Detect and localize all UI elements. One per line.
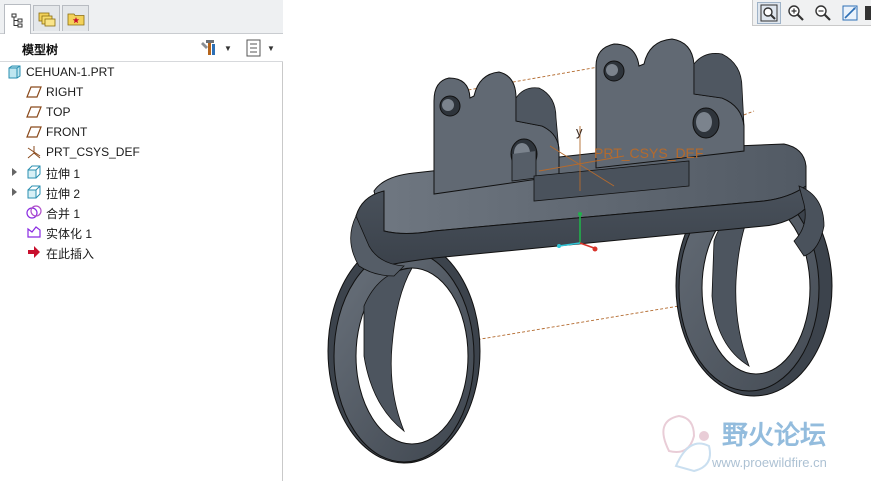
tree-item-label: 拉伸 2 bbox=[46, 187, 81, 201]
csys-axis-label: y bbox=[576, 124, 583, 139]
expand-arrow-icon[interactable] bbox=[12, 168, 17, 176]
tree-item-merge-1[interactable]: 合并 1 bbox=[0, 202, 283, 222]
tools-icon bbox=[201, 40, 215, 55]
zoom-in-button[interactable] bbox=[784, 2, 808, 24]
tree-item-label: 拉伸 1 bbox=[46, 167, 81, 181]
model-render: y PRT_CSYS_DEF 野火论坛 www.proewildfire.cn bbox=[327, 38, 833, 473]
tree-item-extrude-2[interactable]: 拉伸 2 bbox=[0, 182, 283, 202]
settings-dropdown[interactable]: ▼ bbox=[200, 38, 232, 58]
watermark-title: 野火论坛 bbox=[722, 420, 826, 450]
model-tree-tab[interactable] bbox=[4, 4, 31, 34]
tree-item-label: 实体化 1 bbox=[46, 227, 93, 241]
refit-button[interactable] bbox=[757, 2, 781, 24]
tree-item-insert-here[interactable]: 在此插入 bbox=[0, 242, 283, 262]
list-settings-icon bbox=[246, 39, 261, 57]
model-tree: CEHUAN-1.PRT RIGHT TOP FRONT PRT_CSYS_DE… bbox=[0, 62, 283, 262]
tree-item-right-plane[interactable]: RIGHT bbox=[0, 82, 283, 102]
favorites-tab[interactable] bbox=[62, 5, 89, 31]
tree-item-solidify-1[interactable]: 实体化 1 bbox=[0, 222, 283, 242]
tree-item-label: FRONT bbox=[46, 125, 88, 139]
tree-item-label: TOP bbox=[46, 105, 71, 119]
folder-browser-tab[interactable] bbox=[33, 5, 60, 31]
folder-browser-icon bbox=[38, 12, 55, 26]
solidify-icon bbox=[27, 226, 41, 238]
datum-plane-icon bbox=[26, 106, 42, 118]
part-icon bbox=[8, 65, 21, 79]
refit-icon bbox=[760, 4, 778, 22]
tree-item-label: 在此插入 bbox=[46, 247, 95, 261]
navigator-tab-strip bbox=[0, 0, 283, 34]
insert-here-icon bbox=[28, 246, 40, 258]
tree-item-part[interactable]: CEHUAN-1.PRT bbox=[0, 62, 283, 82]
zoom-out-icon bbox=[815, 5, 831, 21]
left-ring bbox=[327, 238, 481, 464]
datum-plane-icon bbox=[26, 86, 42, 98]
graphics-viewport[interactable]: y PRT_CSYS_DEF 野火论坛 www.proewildfire.cn bbox=[284, 26, 871, 481]
tree-item-csys[interactable]: PRT_CSYS_DEF bbox=[0, 142, 283, 162]
repaint-icon bbox=[842, 5, 858, 21]
zoom-in-icon bbox=[788, 5, 804, 21]
merge-icon bbox=[26, 205, 42, 219]
tree-item-top-plane[interactable]: TOP bbox=[0, 102, 283, 122]
csys-icon bbox=[27, 146, 41, 159]
tree-item-label: RIGHT bbox=[46, 85, 84, 99]
model-tree-panel: 模型树 ▼ ▼ CEHUAN-1.PRT RIGHT TOP FRONT PRT… bbox=[0, 0, 283, 481]
tree-item-label: PRT_CSYS_DEF bbox=[46, 145, 140, 159]
tree-item-extrude-1[interactable]: 拉伸 1 bbox=[0, 162, 283, 182]
view-toolbar bbox=[752, 0, 871, 26]
tree-item-front-plane[interactable]: FRONT bbox=[0, 122, 283, 142]
watermark-url: www.proewildfire.cn bbox=[711, 455, 827, 470]
extrude-icon bbox=[27, 185, 41, 199]
datum-plane-icon bbox=[26, 126, 42, 138]
tree-item-label: 合并 1 bbox=[46, 207, 81, 221]
model-tree-title: 模型树 bbox=[22, 43, 59, 57]
model-tree-icon bbox=[11, 13, 22, 27]
model-tree-header: 模型树 ▼ ▼ bbox=[0, 34, 283, 62]
zoom-out-button[interactable] bbox=[811, 2, 835, 24]
csys-label: PRT_CSYS_DEF bbox=[594, 145, 703, 161]
chevron-down-icon: ▼ bbox=[267, 43, 275, 53]
tree-item-label: CEHUAN-1.PRT bbox=[26, 65, 115, 79]
show-dropdown[interactable]: ▼ bbox=[245, 38, 275, 58]
watermark-logo-icon bbox=[662, 414, 711, 473]
more-toolbar-icon[interactable] bbox=[865, 6, 871, 20]
extrude-icon bbox=[27, 165, 41, 179]
favorites-icon bbox=[67, 13, 84, 25]
chevron-down-icon: ▼ bbox=[224, 43, 232, 53]
watermark: 野火论坛 www.proewildfire.cn bbox=[662, 414, 827, 473]
repaint-button[interactable] bbox=[838, 2, 862, 24]
expand-arrow-icon[interactable] bbox=[12, 188, 17, 196]
